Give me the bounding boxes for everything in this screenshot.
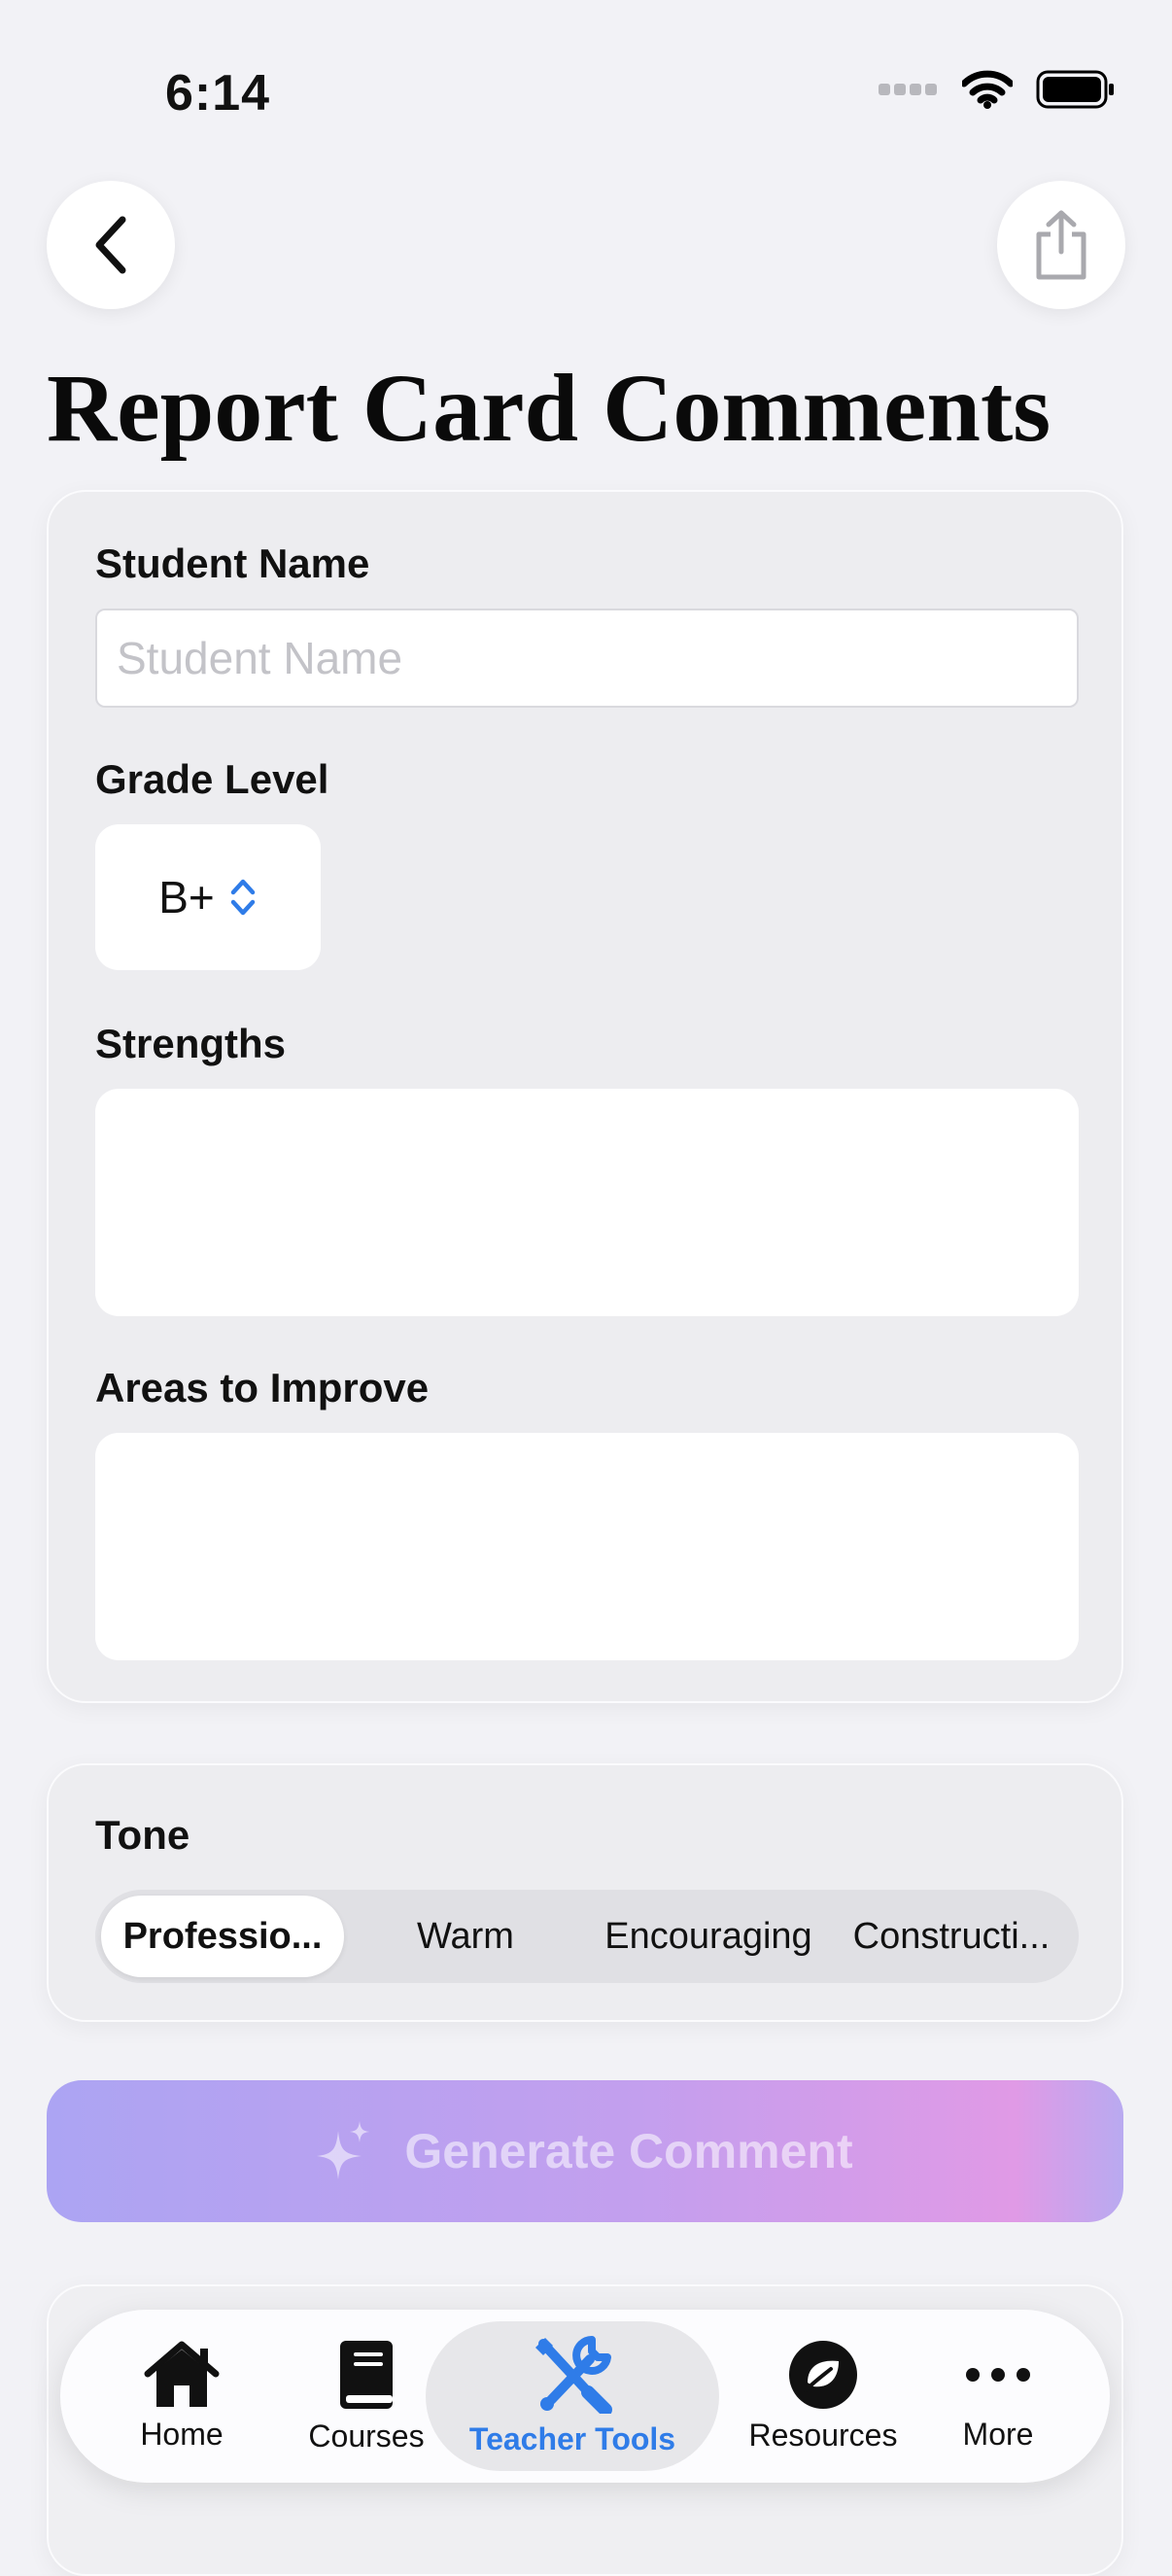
tone-card: Tone Professio... Warm Encouraging Const…: [47, 1763, 1123, 2022]
tone-option-constructive[interactable]: Constructi...: [830, 1896, 1073, 1977]
tab-courses-label: Courses: [308, 2418, 425, 2454]
student-name-input[interactable]: Student Name: [95, 609, 1079, 708]
student-details-card: Student Name Student Name Grade Level B+…: [47, 490, 1123, 1703]
grade-level-picker[interactable]: B+: [95, 824, 321, 970]
tone-option-encouraging[interactable]: Encouraging: [587, 1896, 830, 1977]
tools-icon: [535, 2335, 612, 2414]
tab-courses[interactable]: Courses: [293, 2310, 439, 2483]
share-icon: [1036, 210, 1086, 280]
tab-teacher-tools[interactable]: Teacher Tools: [426, 2310, 719, 2483]
chevron-up-down-icon: [230, 879, 256, 916]
tab-resources[interactable]: Resources: [721, 2310, 925, 2483]
leaf-icon: [789, 2340, 857, 2409]
generate-comment-button[interactable]: Generate Comment: [47, 2080, 1123, 2222]
tone-option-warm[interactable]: Warm: [344, 1896, 587, 1977]
tab-bar: Home Courses Teacher Tools Resources Mor…: [60, 2310, 1110, 2483]
battery-icon: [1036, 70, 1114, 109]
tab-more-label: More: [962, 2416, 1034, 2452]
book-icon: [340, 2340, 393, 2409]
tone-option-professional[interactable]: Professio...: [101, 1896, 344, 1977]
back-button[interactable]: [47, 181, 175, 309]
grade-level-label: Grade Level: [95, 756, 329, 802]
areas-to-improve-label: Areas to Improve: [95, 1365, 430, 1410]
grade-value: B+: [158, 872, 215, 922]
tab-resources-label: Resources: [748, 2417, 898, 2453]
tab-home[interactable]: Home: [119, 2310, 245, 2483]
tone-segmented-control: Professio... Warm Encouraging Constructi…: [95, 1890, 1079, 1983]
student-name-placeholder: Student Name: [117, 633, 403, 683]
strengths-textarea[interactable]: [95, 1089, 1079, 1316]
ellipsis-icon: [966, 2367, 1030, 2382]
status-time: 6:14: [165, 65, 271, 122]
generate-comment-label: Generate Comment: [404, 2124, 853, 2178]
tab-teacher-tools-label: Teacher Tools: [468, 2420, 676, 2456]
student-name-label: Student Name: [95, 540, 370, 586]
page-title: Report Card Comments: [47, 354, 1051, 462]
strengths-label: Strengths: [95, 1021, 287, 1066]
status-indicators: [879, 70, 1116, 109]
areas-to-improve-textarea[interactable]: [95, 1433, 1079, 1660]
tab-home-label: Home: [140, 2416, 224, 2452]
wifi-icon: [962, 70, 1013, 109]
house-icon: [144, 2341, 220, 2407]
cellular-signal-icon: [879, 84, 937, 95]
chevron-left-icon: [95, 216, 126, 274]
tone-label: Tone: [95, 1812, 190, 1858]
share-button[interactable]: [997, 181, 1125, 309]
tab-more[interactable]: More: [935, 2310, 1061, 2483]
sparkles-icon: [317, 2121, 370, 2179]
